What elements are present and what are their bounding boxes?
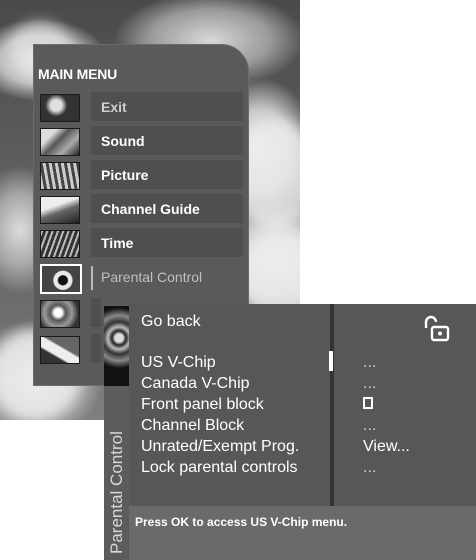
main-menu-title: MAIN MENU [38, 66, 118, 82]
go-back-item[interactable]: Go back [141, 313, 201, 331]
picture-icon [40, 162, 80, 190]
status-text: Press OK to access US V-Chip menu. [135, 515, 348, 529]
exit-icon [40, 94, 80, 122]
parental-control-title: Parental Control [107, 431, 126, 554]
setup-icon [40, 300, 80, 328]
menu-item-bar [91, 298, 101, 327]
menu-item-label: Sound [101, 133, 145, 149]
remote-icon [40, 336, 80, 364]
menu-item-lock-parental-controls[interactable]: Lock parental controls [141, 459, 298, 477]
selection-marker [91, 266, 93, 290]
parental-control-panel: Parental Control Go back US V-Chip ... C… [104, 304, 476, 560]
front-panel-block-checkbox[interactable] [363, 397, 373, 409]
menu-item-label: Channel Guide [101, 201, 200, 217]
unrated-exempt-value: View... [363, 438, 410, 455]
selection-cursor [329, 351, 333, 371]
menu-item-exit[interactable]: Exit [33, 90, 249, 124]
menu-item-label: Time [101, 235, 134, 251]
menu-item-time[interactable]: Time [33, 226, 249, 260]
unlocked-padlock-icon [424, 315, 450, 342]
menu-item-canada-v-chip[interactable]: Canada V-Chip [141, 375, 250, 393]
menu-item-label: Parental Control [101, 269, 203, 285]
lock-parental-controls-value: ... [363, 459, 377, 476]
menu-item-label: Exit [101, 99, 127, 115]
menu-item-parental-control[interactable]: Parental Control [33, 260, 249, 294]
time-icon [40, 230, 80, 258]
canada-v-chip-value: ... [363, 375, 377, 392]
menu-item-us-v-chip[interactable]: US V-Chip [141, 354, 216, 372]
menu-item-picture[interactable]: Picture [33, 158, 249, 192]
menu-item-front-panel-block[interactable]: Front panel block [141, 396, 264, 414]
channel-block-value: ... [363, 417, 377, 434]
us-v-chip-value: ... [363, 354, 377, 371]
menu-item-bar [91, 334, 101, 363]
channel-guide-icon [40, 196, 80, 224]
menu-item-label: Picture [101, 167, 149, 183]
menu-item-unrated-exempt[interactable]: Unrated/Exempt Prog. [141, 438, 299, 456]
parental-control-side-bar: Parental Control [104, 304, 129, 560]
sound-icon [40, 128, 80, 156]
column-divider [330, 304, 334, 506]
menu-item-channel-guide[interactable]: Channel Guide [33, 192, 249, 226]
menu-item-channel-block[interactable]: Channel Block [141, 417, 244, 435]
parental-control-icon [40, 264, 82, 294]
status-bar: Press OK to access US V-Chip menu. [129, 506, 476, 560]
menu-item-sound[interactable]: Sound [33, 124, 249, 158]
